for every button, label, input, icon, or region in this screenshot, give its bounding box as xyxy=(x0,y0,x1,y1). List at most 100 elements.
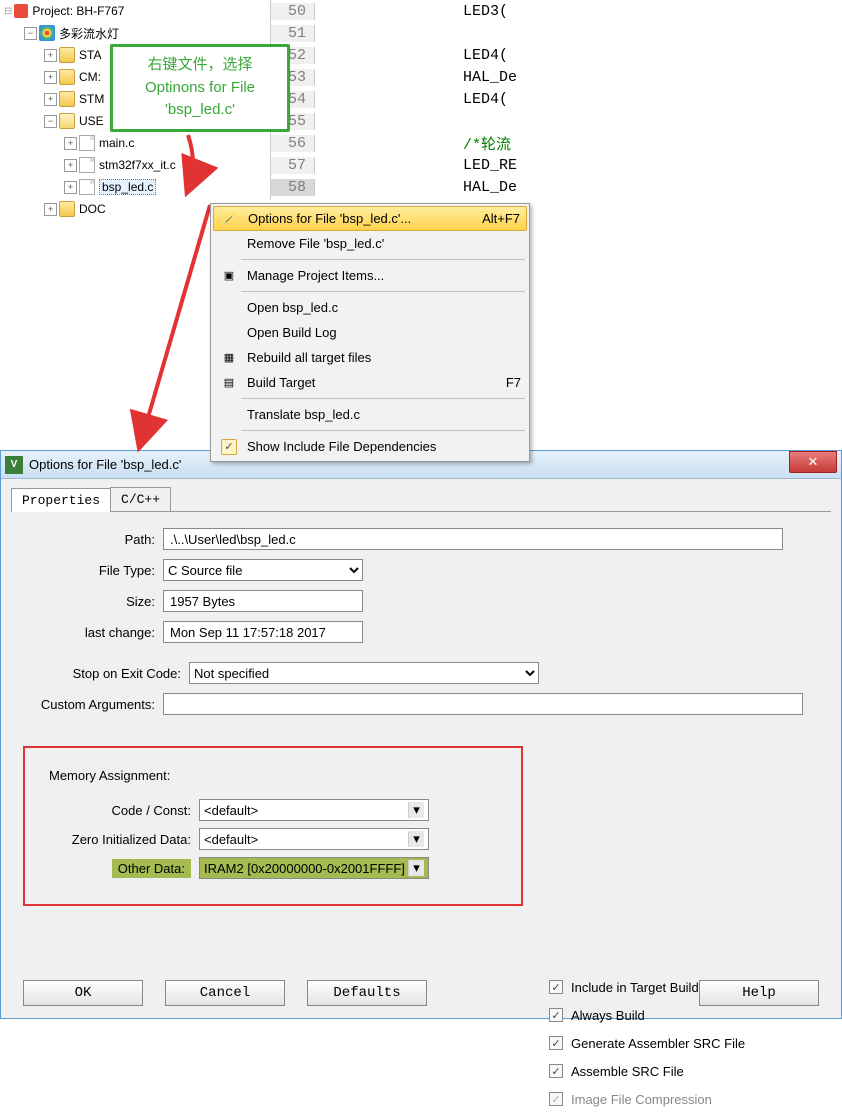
context-menu: 🪄 Options for File 'bsp_led.c'... Alt+F7 Re… xyxy=(210,203,530,462)
customargs-input[interactable] xyxy=(163,693,803,715)
checkbox-icon[interactable]: ✓ xyxy=(549,1008,563,1022)
memory-title: Memory Assignment: xyxy=(49,768,497,783)
expand-icon[interactable]: + xyxy=(64,137,77,150)
line-number: 57 xyxy=(271,157,315,174)
line-number: 51 xyxy=(271,25,315,42)
customargs-label: Custom Arguments: xyxy=(23,697,163,712)
line-number: 58 xyxy=(271,179,315,196)
codeconst-label: Code / Const: xyxy=(49,803,199,818)
checkbox-icon: ✓ xyxy=(549,1092,563,1106)
collapse-icon[interactable]: − xyxy=(24,27,37,40)
form-area: Path: File Type: C Source file Size: las… xyxy=(1,512,841,734)
wand-icon: 🪄 xyxy=(220,209,240,229)
tab-properties[interactable]: Properties xyxy=(11,488,111,512)
size-input xyxy=(163,590,363,612)
tree-project[interactable]: ⊟ Project: BH-F767 xyxy=(4,0,266,22)
project-label: Project: BH-F767 xyxy=(32,4,124,18)
lastchange-label: last change: xyxy=(23,625,163,640)
stopexit-select[interactable]: Not specified xyxy=(189,662,539,684)
menu-item[interactable]: Open bsp_led.c xyxy=(213,295,527,320)
menu-label: Options for File 'bsp_led.c'... xyxy=(248,211,470,226)
dialog-buttons: OK Cancel Defaults Help xyxy=(1,980,841,1006)
checkbox-icon[interactable]: ✓ xyxy=(549,1064,563,1078)
menu-label: Show Include File Dependencies xyxy=(247,439,521,454)
menu-shortcut: Alt+F7 xyxy=(482,211,520,226)
folder-icon xyxy=(59,91,75,107)
otherdata-label: Other Data: xyxy=(49,861,199,876)
menu-item[interactable]: Open Build Log xyxy=(213,320,527,345)
code-text: HAL_De xyxy=(333,179,517,196)
code-text: LED4( xyxy=(333,91,508,108)
zerodata-select[interactable]: <default>▾ xyxy=(199,828,429,850)
code-text: HAL_De xyxy=(333,69,517,86)
tree-file-selected[interactable]: + bsp_led.c xyxy=(4,176,266,198)
arrow-icon xyxy=(158,130,218,210)
menu-item[interactable]: Translate bsp_led.c xyxy=(213,402,527,427)
annotation-callout: 右键文件，选择 Optinons for File 'bsp_led.c' xyxy=(110,44,290,132)
folder-icon xyxy=(59,69,75,85)
expand-icon[interactable]: + xyxy=(44,49,57,62)
rebuild-icon: ▦ xyxy=(219,348,239,368)
path-label: Path: xyxy=(23,532,163,547)
check-icon: ✓ xyxy=(219,437,239,457)
tree-file[interactable]: + main.c xyxy=(4,132,266,154)
lastchange-input xyxy=(163,621,363,643)
path-input[interactable] xyxy=(163,528,783,550)
ok-button[interactable]: OK xyxy=(23,980,143,1006)
filetype-select[interactable]: C Source file xyxy=(163,559,363,581)
code-editor[interactable]: 50LED3(5152LED4(53HAL_De54LED4(5556/*轮流5… xyxy=(270,0,542,200)
file-icon xyxy=(79,179,95,195)
menu-item[interactable]: ▣ Manage Project Items... xyxy=(213,263,527,288)
chevron-down-icon: ▾ xyxy=(408,860,424,876)
menu-item[interactable]: Remove File 'bsp_led.c' xyxy=(213,231,527,256)
project-icon xyxy=(14,4,28,18)
codeconst-select[interactable]: <default>▾ xyxy=(199,799,429,821)
folder-icon xyxy=(59,201,75,217)
checkbox-icon[interactable]: ✓ xyxy=(549,1036,563,1050)
code-text: /*轮流 xyxy=(333,133,511,154)
tree-group[interactable]: − 多彩流水灯 xyxy=(4,22,266,44)
menu-item[interactable]: 🪄 Options for File 'bsp_led.c'... Alt+F7 xyxy=(213,206,527,231)
otherdata-select[interactable]: IRAM2 [0x20000000-0x2001FFFF]▾ xyxy=(199,857,429,879)
menu-item[interactable]: ✓ Show Include File Dependencies xyxy=(213,434,527,459)
zerodata-label: Zero Initialized Data: xyxy=(49,832,199,847)
expand-icon[interactable]: + xyxy=(64,159,77,172)
filetype-label: File Type: xyxy=(23,563,163,578)
cancel-button[interactable]: Cancel xyxy=(165,980,285,1006)
menu-shortcut: F7 xyxy=(506,375,521,390)
menu-item[interactable]: ▦ Rebuild all target files xyxy=(213,345,527,370)
code-text: LED_RE xyxy=(333,157,517,174)
menu-label: Manage Project Items... xyxy=(247,268,521,283)
line-number: 50 xyxy=(271,3,315,20)
menu-label: Open bsp_led.c xyxy=(247,300,521,315)
app-icon: V xyxy=(5,456,23,474)
menu-label: Translate bsp_led.c xyxy=(247,407,521,422)
file-icon xyxy=(79,135,95,151)
file-icon xyxy=(79,157,95,173)
size-label: Size: xyxy=(23,594,163,609)
build-icon: ▤ xyxy=(219,373,239,393)
blocks-icon: ▣ xyxy=(219,266,239,286)
code-text: LED3( xyxy=(333,3,508,20)
menu-label: Remove File 'bsp_led.c' xyxy=(247,236,521,251)
chevron-down-icon: ▾ xyxy=(408,831,424,847)
tree-file[interactable]: + stm32f7xx_it.c xyxy=(4,154,266,176)
menu-item[interactable]: ▤Build TargetF7 xyxy=(213,370,527,395)
tab-cpp[interactable]: C/C++ xyxy=(110,487,171,511)
collapse-icon[interactable]: − xyxy=(44,115,57,128)
memory-assignment-box: Memory Assignment: Code / Const: <defaul… xyxy=(23,746,523,906)
line-number: 56 xyxy=(271,135,315,152)
folder-open-icon xyxy=(59,113,75,129)
code-text: LED4( xyxy=(333,47,508,64)
expand-icon[interactable]: + xyxy=(64,181,77,194)
group-icon xyxy=(39,25,55,41)
close-button[interactable]: ✕ xyxy=(789,451,837,473)
help-button[interactable]: Help xyxy=(699,980,819,1006)
menu-label: Rebuild all target files xyxy=(247,350,521,365)
expand-icon[interactable]: + xyxy=(44,71,57,84)
group-label: 多彩流水灯 xyxy=(59,25,119,42)
expand-icon[interactable]: + xyxy=(44,203,57,216)
defaults-button[interactable]: Defaults xyxy=(307,980,427,1006)
chevron-down-icon: ▾ xyxy=(408,802,424,818)
expand-icon[interactable]: + xyxy=(44,93,57,106)
